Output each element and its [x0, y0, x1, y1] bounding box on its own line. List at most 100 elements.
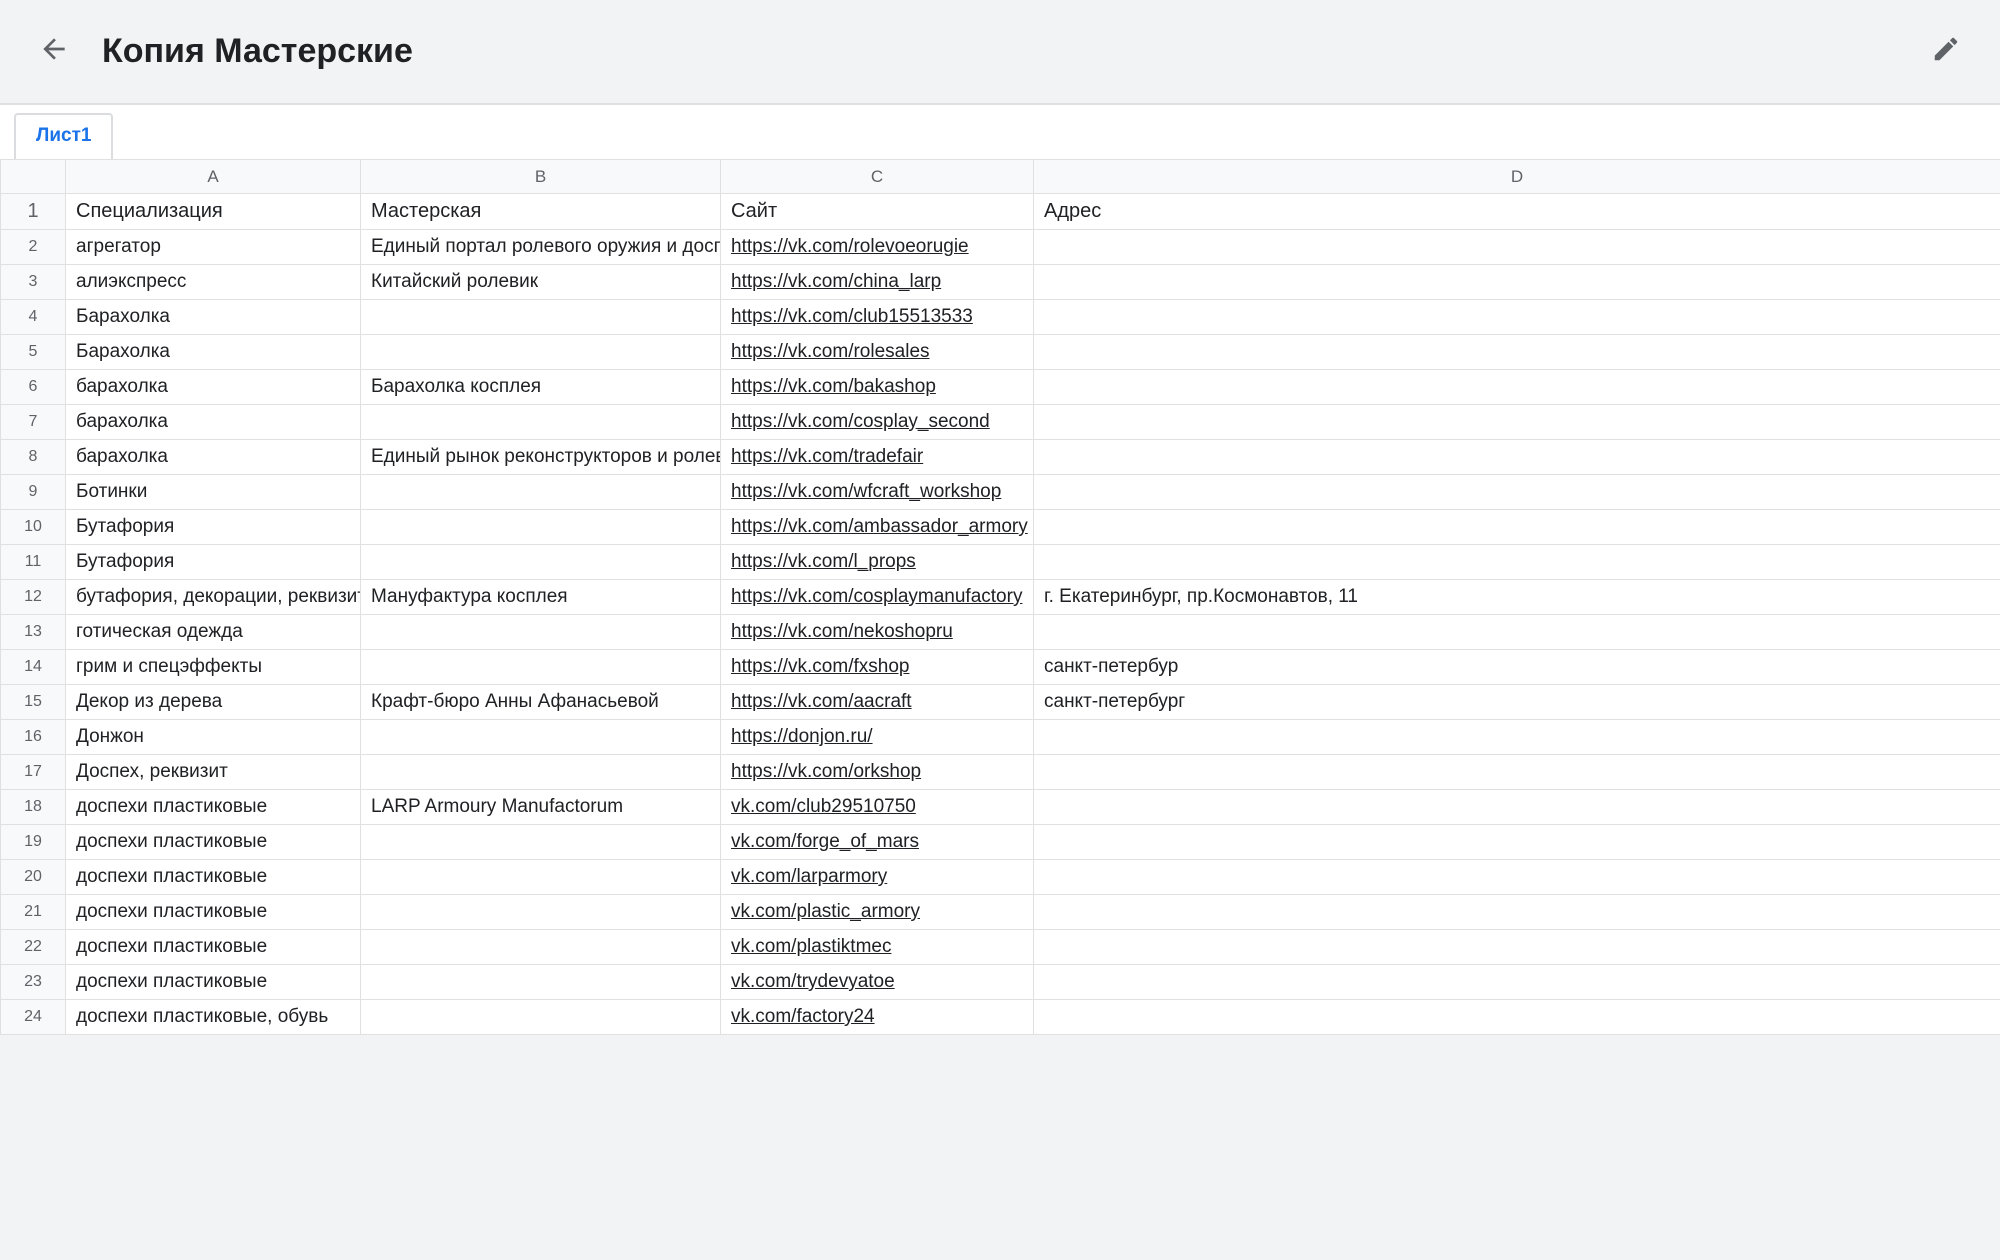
- row-number[interactable]: 2: [1, 230, 66, 265]
- cell[interactable]: Ботинки: [66, 475, 361, 510]
- cell[interactable]: алиэкспресс: [66, 265, 361, 300]
- cell-link[interactable]: https://donjon.ru/: [721, 720, 1034, 755]
- cell[interactable]: доспехи пластиковые: [66, 825, 361, 860]
- row-number[interactable]: 20: [1, 860, 66, 895]
- cell[interactable]: доспехи пластиковые: [66, 895, 361, 930]
- cell[interactable]: Мануфактура косплея: [361, 580, 721, 615]
- cell[interactable]: Барахолка: [66, 335, 361, 370]
- cell[interactable]: грим и спецэффекты: [66, 650, 361, 685]
- cell[interactable]: Единый портал ролевого оружия и доспех: [361, 230, 721, 265]
- cell[interactable]: Декор из дерева: [66, 685, 361, 720]
- cell-link[interactable]: vk.com/plastiktmec: [721, 930, 1034, 965]
- cell[interactable]: бутафория, декорации, реквизит: [66, 580, 361, 615]
- cell[interactable]: [361, 405, 721, 440]
- sheet-tab[interactable]: Лист1: [14, 113, 113, 159]
- cell-link[interactable]: https://vk.com/cosplay_second: [721, 405, 1034, 440]
- cell[interactable]: [1034, 825, 2000, 860]
- cell[interactable]: [1034, 440, 2000, 475]
- cell[interactable]: Бутафория: [66, 545, 361, 580]
- back-button[interactable]: [30, 28, 78, 76]
- cell-link[interactable]: https://vk.com/aacraft: [721, 685, 1034, 720]
- row-number[interactable]: 14: [1, 650, 66, 685]
- sheet-table[interactable]: A B C D 1СпециализацияМастерскаяСайтАдре…: [0, 159, 2000, 1035]
- cell[interactable]: Китайский ролевик: [361, 265, 721, 300]
- row-number[interactable]: 10: [1, 510, 66, 545]
- cell[interactable]: [1034, 895, 2000, 930]
- row-number[interactable]: 17: [1, 755, 66, 790]
- col-header-B[interactable]: B: [361, 160, 721, 194]
- cell[interactable]: [1034, 475, 2000, 510]
- cell[interactable]: [361, 825, 721, 860]
- cell-link[interactable]: vk.com/larparmory: [721, 860, 1034, 895]
- row-number[interactable]: 18: [1, 790, 66, 825]
- cell[interactable]: [361, 1000, 721, 1035]
- cell[interactable]: доспехи пластиковые: [66, 790, 361, 825]
- col-header-C[interactable]: C: [721, 160, 1034, 194]
- cell-link[interactable]: https://vk.com/fxshop: [721, 650, 1034, 685]
- cell[interactable]: [361, 510, 721, 545]
- cell-link[interactable]: https://vk.com/orkshop: [721, 755, 1034, 790]
- cell[interactable]: [361, 615, 721, 650]
- cell[interactable]: [361, 860, 721, 895]
- cell[interactable]: [1034, 615, 2000, 650]
- cell-link[interactable]: https://vk.com/rolevoeorugie: [721, 230, 1034, 265]
- col-header-A[interactable]: A: [66, 160, 361, 194]
- cell[interactable]: [361, 650, 721, 685]
- cell[interactable]: [1034, 510, 2000, 545]
- row-number[interactable]: 16: [1, 720, 66, 755]
- cell-link[interactable]: https://vk.com/nekoshopru: [721, 615, 1034, 650]
- row-number[interactable]: 21: [1, 895, 66, 930]
- cell[interactable]: [1034, 965, 2000, 1000]
- cell[interactable]: Мастерская: [361, 194, 721, 230]
- row-number[interactable]: 7: [1, 405, 66, 440]
- cell[interactable]: Специализация: [66, 194, 361, 230]
- cell[interactable]: барахолка: [66, 440, 361, 475]
- cell[interactable]: барахолка: [66, 370, 361, 405]
- cell[interactable]: [1034, 335, 2000, 370]
- cell[interactable]: Сайт: [721, 194, 1034, 230]
- row-number[interactable]: 22: [1, 930, 66, 965]
- row-number[interactable]: 1: [1, 194, 66, 230]
- cell[interactable]: барахолка: [66, 405, 361, 440]
- row-number[interactable]: 15: [1, 685, 66, 720]
- cell[interactable]: [361, 965, 721, 1000]
- cell[interactable]: Барахолка: [66, 300, 361, 335]
- cell-link[interactable]: vk.com/forge_of_mars: [721, 825, 1034, 860]
- cell-link[interactable]: https://vk.com/bakashop: [721, 370, 1034, 405]
- cell-link[interactable]: vk.com/trydevyatoe: [721, 965, 1034, 1000]
- cell[interactable]: LARP Armoury Manufactorum: [361, 790, 721, 825]
- corner-cell[interactable]: [1, 160, 66, 194]
- cell[interactable]: Крафт-бюро Анны Афанасьевой: [361, 685, 721, 720]
- row-number[interactable]: 24: [1, 1000, 66, 1035]
- cell[interactable]: [1034, 860, 2000, 895]
- row-number[interactable]: 6: [1, 370, 66, 405]
- cell[interactable]: [1034, 755, 2000, 790]
- cell[interactable]: санкт-петербург: [1034, 685, 2000, 720]
- cell[interactable]: агрегатор: [66, 230, 361, 265]
- cell-link[interactable]: https://vk.com/ambassador_armory: [721, 510, 1034, 545]
- cell[interactable]: Адрес: [1034, 194, 2000, 230]
- cell[interactable]: [361, 545, 721, 580]
- cell-link[interactable]: https://vk.com/wfcraft_workshop: [721, 475, 1034, 510]
- cell[interactable]: Единый рынок реконструкторов и ролеви: [361, 440, 721, 475]
- row-number[interactable]: 12: [1, 580, 66, 615]
- cell[interactable]: [1034, 370, 2000, 405]
- cell[interactable]: доспехи пластиковые: [66, 965, 361, 1000]
- cell[interactable]: г. Екатеринбург, пр.Космонавтов, 11: [1034, 580, 2000, 615]
- cell[interactable]: Доспех, реквизит: [66, 755, 361, 790]
- col-header-D[interactable]: D: [1034, 160, 2000, 194]
- row-number[interactable]: 23: [1, 965, 66, 1000]
- row-number[interactable]: 11: [1, 545, 66, 580]
- cell[interactable]: доспехи пластиковые: [66, 930, 361, 965]
- cell[interactable]: [1034, 230, 2000, 265]
- cell[interactable]: [1034, 720, 2000, 755]
- cell-link[interactable]: https://vk.com/cosplaymanufactory: [721, 580, 1034, 615]
- cell[interactable]: санкт-петербур: [1034, 650, 2000, 685]
- row-number[interactable]: 19: [1, 825, 66, 860]
- cell[interactable]: [1034, 1000, 2000, 1035]
- cell[interactable]: [1034, 790, 2000, 825]
- cell[interactable]: [1034, 405, 2000, 440]
- cell[interactable]: [361, 930, 721, 965]
- cell-link[interactable]: https://vk.com/china_larp: [721, 265, 1034, 300]
- cell[interactable]: Бутафория: [66, 510, 361, 545]
